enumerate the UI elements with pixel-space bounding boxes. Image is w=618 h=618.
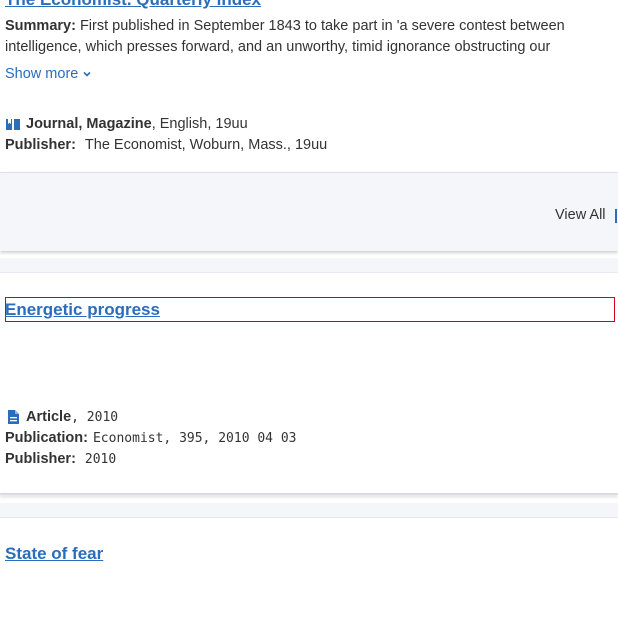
publication-value: Economist, 395, 2010 04 03 bbox=[92, 430, 297, 446]
view-all-link[interactable]: View All bbox=[555, 207, 606, 223]
format-year: , 2010 bbox=[71, 409, 119, 425]
record-footer bbox=[0, 172, 618, 251]
record-title-link[interactable]: Energetic progress bbox=[5, 300, 160, 320]
publisher-label: Publisher: bbox=[5, 137, 76, 153]
publisher-value: 2010 bbox=[84, 451, 117, 467]
summary-text: First published in September 1843 to tak… bbox=[5, 18, 565, 55]
publication-label: Publication: bbox=[5, 430, 88, 446]
publisher-value: The Economist, Woburn, Mass., 19uu bbox=[84, 137, 328, 153]
results-gap bbox=[0, 258, 618, 272]
card-border bbox=[0, 493, 618, 495]
publisher-label: Publisher: bbox=[5, 451, 76, 467]
open-book-icon bbox=[6, 119, 20, 130]
record-title-link[interactable]: State of fear bbox=[5, 544, 103, 564]
view-all-indicator bbox=[615, 209, 617, 223]
format-label: Journal, Magazine bbox=[26, 116, 152, 132]
show-more-label: Show more bbox=[5, 66, 79, 82]
summary-label: Summary: bbox=[5, 18, 76, 34]
record-format-line: Journal, Magazine , English, 19uu bbox=[5, 116, 248, 132]
record-publisher-line: Publisher: The Economist, Woburn, Mass.,… bbox=[5, 137, 327, 153]
format-label: Article bbox=[26, 409, 72, 425]
record-format-line: Article , 2010 bbox=[5, 409, 118, 425]
record-title-link[interactable]: The Economist. Quarterly index bbox=[5, 0, 261, 10]
record-publisher-line: Publisher: 2010 bbox=[5, 451, 116, 467]
format-details: , English, 19uu bbox=[151, 116, 248, 132]
card-border bbox=[0, 517, 618, 518]
show-more-button[interactable]: Show more bbox=[5, 66, 92, 82]
document-icon bbox=[8, 410, 19, 424]
chevron-down-icon bbox=[83, 71, 91, 77]
record-publication-line: Publication: Economist, 395, 2010 04 03 bbox=[5, 430, 296, 446]
results-gap bbox=[0, 503, 618, 517]
record-summary: Summary: First published in September 18… bbox=[5, 16, 605, 58]
card-border bbox=[0, 272, 618, 273]
